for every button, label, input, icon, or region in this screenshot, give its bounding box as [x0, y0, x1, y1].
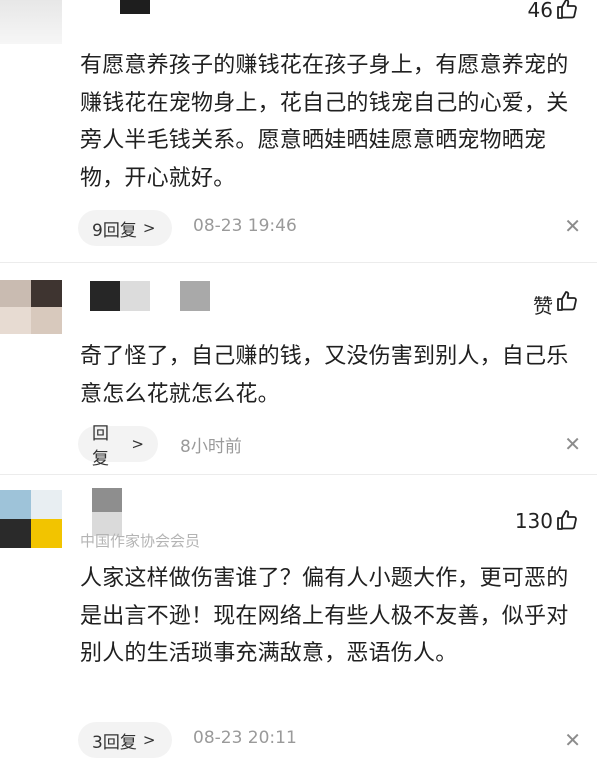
verified-badge: 中国作家协会会员	[80, 532, 201, 550]
chevron-right-icon: >	[142, 731, 156, 749]
like-count: 46	[527, 0, 553, 22]
close-icon[interactable]: ✕	[564, 432, 581, 456]
divider	[0, 262, 597, 263]
like-label: 赞	[533, 294, 553, 318]
reply-button[interactable]: 3回复 >	[78, 722, 172, 758]
reply-label: 3回复	[92, 732, 137, 753]
username-mosaic[interactable]	[90, 281, 150, 311]
comment-text: 有愿意养孩子的赚钱花在孩子身上，有愿意养宠的赚钱花在宠物身上，花自己的钱宠自己的…	[80, 53, 569, 191]
reply-label: 9回复	[92, 220, 137, 241]
like-count: 130	[514, 509, 553, 533]
thumbs-up-icon[interactable]	[555, 289, 579, 313]
username-mosaic[interactable]	[92, 488, 122, 536]
chevron-right-icon: >	[142, 219, 156, 237]
reply-button[interactable]: 9回复 >	[78, 210, 172, 246]
close-icon[interactable]: ✕	[564, 728, 581, 752]
avatar[interactable]	[0, 280, 62, 334]
chevron-right-icon: >	[131, 435, 144, 453]
username-mosaic[interactable]	[120, 0, 150, 14]
timestamp: 8小时前	[180, 437, 242, 457]
reply-button[interactable]: 回复 >	[78, 424, 158, 469]
thumbs-up-icon[interactable]	[555, 508, 579, 532]
username-mosaic	[180, 281, 210, 311]
reply-label: 回复	[92, 424, 109, 469]
comment-text: 人家这样做伤害谁了？偏有人小题大作，更可恶的是出言不逊！现在网络上有些人极不友善…	[80, 566, 569, 666]
close-icon[interactable]: ✕	[564, 214, 581, 238]
timestamp: 08-23 20:11	[193, 728, 297, 748]
avatar[interactable]	[0, 0, 62, 44]
thumbs-up-icon[interactable]	[555, 0, 579, 21]
timestamp: 08-23 19:46	[193, 216, 297, 236]
avatar[interactable]	[0, 490, 62, 548]
comment-text: 奇了怪了，自己赚的钱，又没伤害到别人，自己乐意怎么花就怎么花。	[80, 344, 569, 407]
divider	[0, 474, 597, 475]
